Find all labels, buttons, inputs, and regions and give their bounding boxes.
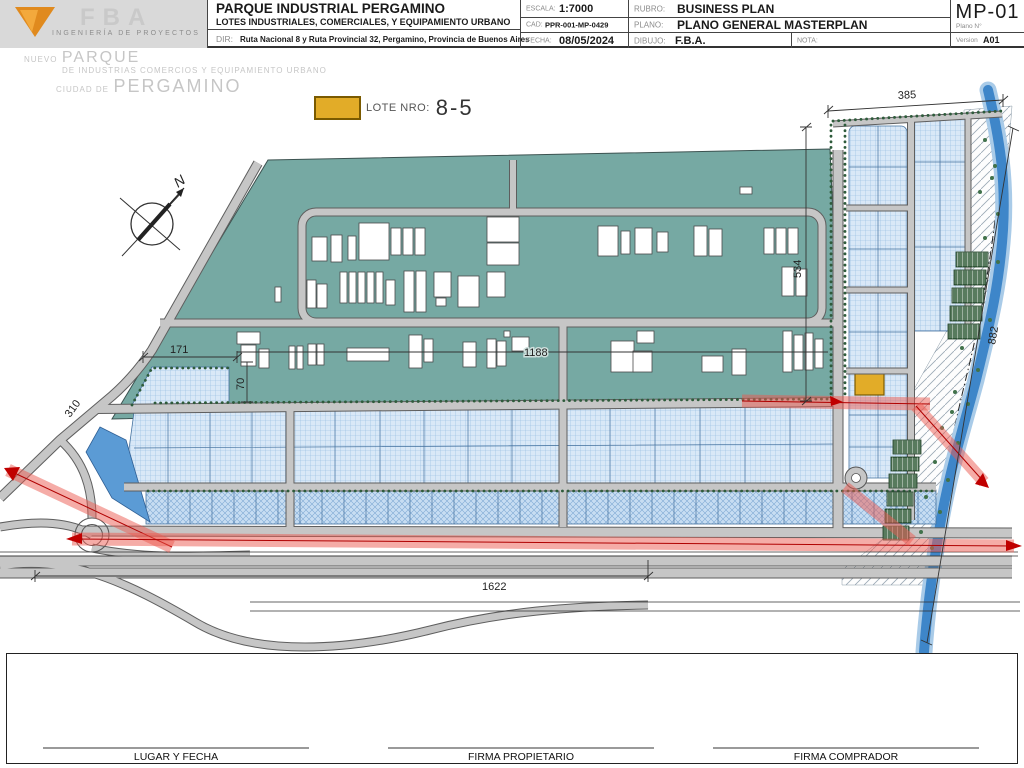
sheet-code: MP-01	[951, 1, 1024, 24]
cad-value: PPR-001-MP-0429	[545, 21, 608, 30]
signature-buyer: FIRMA COMPRADOR	[713, 747, 979, 763]
signature-owner: FIRMA PROPIETARIO	[388, 747, 654, 763]
dimension-label-534: 534	[792, 260, 804, 278]
sheet-number-cell: MP-01 Plano N° Version A01	[950, 0, 1024, 48]
fba-logo-icon	[14, 6, 56, 40]
dimension-label-882: 882	[986, 325, 1001, 345]
signature-place-date: LUGAR Y FECHA	[43, 747, 309, 763]
signature-caption: FIRMA PROPIETARIO	[388, 751, 654, 763]
watermark-line3-big: PERGAMINO	[113, 76, 241, 96]
watermark-line3-small: CIUDAD DE	[56, 85, 109, 94]
signature-line	[43, 747, 309, 749]
version-value: A01	[983, 35, 1000, 45]
dimension-label-1622: 1622	[482, 581, 506, 593]
dimension-label-171: 171	[170, 344, 188, 356]
signature-line	[713, 747, 979, 749]
dibujo-label: DIBUJO:	[634, 36, 666, 45]
plano-value: PLANO GENERAL MASTERPLAN	[677, 18, 867, 32]
logo-tagline: INGENIERÍA DE PROYECTOS	[52, 30, 200, 37]
dir-label: DIR:	[216, 34, 233, 44]
lot-legend-label: LOTE NRO:	[366, 102, 430, 114]
escala-value: 1:7000	[559, 3, 593, 15]
watermark-line1-small: NUEVO	[24, 55, 57, 64]
dir-value: Ruta Nacional 8 y Ruta Provincial 32, Pe…	[240, 35, 530, 44]
plano-label: PLANO:	[634, 21, 663, 30]
cad-label: CAD:	[526, 22, 543, 29]
project-address-row: DIR: Ruta Nacional 8 y Ruta Provincial 3…	[208, 29, 520, 48]
dibujo-value: F.B.A.	[675, 35, 706, 47]
lot-color-swatch	[314, 96, 361, 120]
project-subtitle: LOTES INDUSTRIALES, COMERCIALES, Y EQUIP…	[216, 17, 510, 27]
rubro-label: RUBRO:	[634, 4, 665, 13]
scale-cell: ESCALA: 1:7000 CAD: PPR-001-MP-0429 FECH…	[520, 0, 628, 48]
fecha-value: 08/05/2024	[559, 35, 614, 47]
north-label: N	[171, 171, 189, 190]
highlighted-lot-8-5	[855, 373, 884, 395]
signature-caption: FIRMA COMPRADOR	[713, 751, 979, 763]
lot-row-1	[124, 404, 842, 486]
fecha-label: FECHA:	[526, 37, 552, 44]
rubro-cell: RUBRO: BUSINESS PLAN PLANO: PLANO GENERA…	[628, 0, 950, 48]
signature-caption: LUGAR Y FECHA	[43, 751, 309, 763]
project-title: PARQUE INDUSTRIAL PERGAMINO	[216, 1, 445, 16]
sheet-no-label: Plano N°	[956, 23, 982, 30]
logo-brand-text: FBA	[80, 4, 153, 32]
title-block: FBA INGENIERÍA DE PROYECTOS PARQUE INDUS…	[0, 0, 1024, 48]
watermark-line1-big: PARQUE	[62, 49, 140, 66]
north-arrow-icon: N	[120, 171, 189, 256]
signature-line	[388, 747, 654, 749]
lot-legend-value: 8-5	[436, 95, 474, 121]
dimension-label-70: 70	[235, 378, 247, 390]
dimension-label-385: 385	[898, 89, 917, 102]
watermark-text: NUEVO PARQUE DE INDUSTRIAS COMERCIOS Y E…	[24, 49, 327, 97]
logo-cell: FBA INGENIERÍA DE PROYECTOS	[0, 0, 207, 48]
project-title-cell: PARQUE INDUSTRIAL PERGAMINO LOTES INDUST…	[207, 0, 520, 48]
lot-row-2	[146, 490, 936, 524]
nota-label: NOTA:	[797, 37, 818, 44]
lot-legend: LOTE NRO: 8-5	[314, 95, 474, 121]
escala-label: ESCALA:	[526, 5, 556, 12]
signature-box: LUGAR Y FECHA FIRMA PROPIETARIO FIRMA CO…	[6, 653, 1018, 764]
version-label: Version	[956, 37, 978, 44]
rubro-value: BUSINESS PLAN	[677, 2, 774, 16]
watermark-line2: DE INDUSTRIAS COMERCIOS Y EQUIPAMIENTO U…	[62, 66, 327, 75]
dimension-label-1188: 1188	[524, 347, 548, 359]
